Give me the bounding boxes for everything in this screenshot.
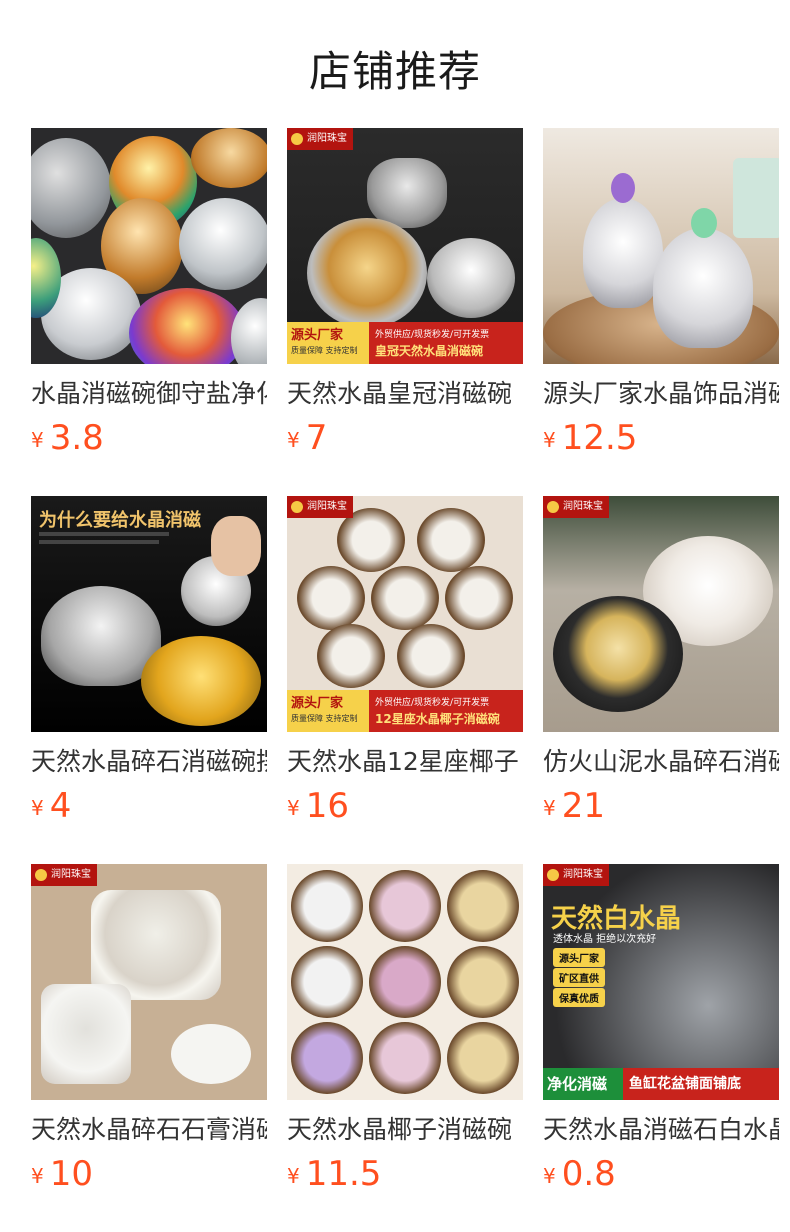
product-name[interactable]: 天然水晶椰子消磁碗	[287, 1114, 523, 1146]
product-card[interactable]: 源头厂家水晶饰品消磁 ¥12.5	[543, 128, 779, 463]
product-image[interactable]	[287, 864, 523, 1100]
product-price: ¥12.5	[543, 418, 779, 464]
banner-left-title: 净化消磁	[543, 1068, 623, 1100]
currency-symbol: ¥	[31, 796, 44, 820]
currency-symbol: ¥	[543, 1164, 556, 1188]
product-name[interactable]: 天然水晶皇冠消磁碗	[287, 378, 523, 410]
banner-right-big: 鱼缸花盆铺面铺底	[623, 1068, 779, 1100]
product-price: ¥3.8	[31, 418, 267, 464]
currency-symbol: ¥	[287, 1164, 300, 1188]
subheadline-text: 透体水晶 拒绝以次充好	[553, 934, 657, 945]
banner-left-sub: 质量保障 支持定制	[291, 346, 358, 355]
product-image[interactable]: 润阳珠宝	[543, 496, 779, 732]
banner-left-title: 源头厂家	[291, 696, 344, 711]
product-image[interactable]	[543, 128, 779, 364]
brand-tag: 润阳珠宝	[31, 864, 97, 886]
banner-left-title: 源头厂家	[291, 328, 344, 343]
banner-right-big: 皇冠天然水晶消磁碗	[375, 344, 484, 358]
product-card[interactable]: 润阳珠宝 源头厂家质量保障 支持定制 外贸供应/现货秒发/可开发票皇冠天然水晶消…	[287, 128, 523, 463]
product-image[interactable]: 润阳珠宝 源头厂家质量保障 支持定制 外贸供应/现货秒发/可开发票皇冠天然水晶消…	[287, 128, 523, 364]
promo-banner: 净化消磁 鱼缸花盆铺面铺底	[543, 1068, 779, 1100]
brand-tag: 润阳珠宝	[287, 128, 353, 150]
banner-right-small: 外贸供应/现货秒发/可开发票	[375, 330, 490, 340]
price-value: 4	[49, 786, 72, 826]
product-card[interactable]: 为什么要给水晶消磁 天然水晶碎石消磁碗摆件 ¥4	[31, 496, 267, 831]
product-card[interactable]: 润阳珠宝 源头厂家质量保障 支持定制 外贸供应/现货秒发/可开发票 12星座水晶椰…	[287, 496, 523, 831]
product-image[interactable]	[31, 128, 267, 364]
price-value: 0.8	[561, 1154, 616, 1194]
product-grid: 水晶消磁碗御守盐净化 ¥3.8 润阳珠宝 源头厂家 质量保障 支持定制 外贸供应/…	[31, 128, 779, 1199]
product-name[interactable]: 水晶消磁碗御守盐净化	[31, 378, 267, 410]
product-name[interactable]: 天然水晶消磁石白水晶	[543, 1114, 779, 1146]
brand-label: 润阳珠宝	[307, 133, 347, 144]
feature-chip: 源头厂家	[553, 948, 605, 967]
product-price: ¥21	[543, 786, 779, 832]
product-price: ¥16	[287, 786, 523, 832]
currency-symbol: ¥	[543, 796, 556, 820]
banner-right-small: 外贸供应/现货秒发/可开发票	[375, 698, 490, 708]
product-name[interactable]: 源头厂家水晶饰品消磁	[543, 378, 779, 410]
feature-chip: 保真优质	[553, 988, 605, 1007]
brand-logo-icon	[547, 501, 559, 513]
page-title: 店铺推荐	[308, 47, 481, 96]
product-price: ¥7	[287, 418, 523, 464]
brand-label: 润阳珠宝	[563, 501, 603, 512]
price-value: 7	[305, 418, 328, 458]
product-image[interactable]: 润阳珠宝	[31, 864, 267, 1100]
brand-label: 润阳珠宝	[51, 869, 91, 880]
product-name[interactable]: 天然水晶12星座椰子	[287, 746, 523, 778]
product-image[interactable]: 为什么要给水晶消磁	[31, 496, 267, 732]
brand-tag: 润阳珠宝	[543, 496, 609, 518]
price-value: 10	[49, 1154, 93, 1194]
product-image[interactable]: 润阳珠宝 源头厂家质量保障 支持定制 外贸供应/现货秒发/可开发票 12星座水晶椰…	[287, 496, 523, 732]
product-card[interactable]: 水晶消磁碗御守盐净化 ¥3.8	[31, 128, 267, 463]
brand-logo-icon	[291, 501, 303, 513]
banner-right-big: 12星座水晶椰子消磁碗	[375, 712, 500, 726]
promo-banner: 源头厂家质量保障 支持定制 外贸供应/现货秒发/可开发票 12星座水晶椰子消磁碗	[287, 690, 523, 732]
brand-tag: 润阳珠宝	[287, 496, 353, 518]
brand-label: 润阳珠宝	[563, 869, 603, 880]
brand-logo-icon	[547, 869, 559, 881]
promo-banner: 源头厂家质量保障 支持定制 外贸供应/现货秒发/可开发票皇冠天然水晶消磁碗	[287, 322, 523, 364]
price-value: 16	[305, 786, 349, 826]
product-card[interactable]: 润阳珠宝 天然水晶碎石石膏消磁 ¥10	[31, 864, 267, 1199]
brand-logo-icon	[291, 133, 303, 145]
brand-label: 润阳珠宝	[307, 501, 347, 512]
feature-chip: 矿区直供	[553, 968, 605, 987]
product-name[interactable]: 仿火山泥水晶碎石消磁	[543, 746, 779, 778]
banner-left-sub: 质量保障 支持定制	[291, 714, 358, 723]
product-price: ¥10	[31, 1154, 267, 1200]
currency-symbol: ¥	[543, 428, 556, 452]
brand-tag: 润阳珠宝	[543, 864, 609, 886]
price-value: 12.5	[561, 418, 638, 458]
headline-text: 为什么要给水晶消磁	[39, 510, 201, 531]
product-price: ¥4	[31, 786, 267, 832]
currency-symbol: ¥	[287, 428, 300, 452]
currency-symbol: ¥	[287, 796, 300, 820]
product-price: ¥0.8	[543, 1154, 779, 1200]
price-value: 11.5	[305, 1154, 382, 1194]
product-card[interactable]: 润阳珠宝 仿火山泥水晶碎石消磁 ¥21	[543, 496, 779, 831]
price-value: 3.8	[49, 418, 104, 458]
brand-logo-icon	[35, 869, 47, 881]
product-card[interactable]: 天然水晶椰子消磁碗 ¥11.5	[287, 864, 523, 1199]
price-value: 21	[561, 786, 605, 826]
product-price: ¥11.5	[287, 1154, 523, 1200]
product-card[interactable]: 润阳珠宝 天然白水晶 透体水晶 拒绝以次充好 源头厂家 矿区直供 保真优质 净化…	[543, 864, 779, 1199]
product-name[interactable]: 天然水晶碎石石膏消磁	[31, 1114, 267, 1146]
currency-symbol: ¥	[31, 428, 44, 452]
product-name[interactable]: 天然水晶碎石消磁碗摆件	[31, 746, 267, 778]
currency-symbol: ¥	[31, 1164, 44, 1188]
product-image[interactable]: 润阳珠宝 天然白水晶 透体水晶 拒绝以次充好 源头厂家 矿区直供 保真优质 净化…	[543, 864, 779, 1100]
